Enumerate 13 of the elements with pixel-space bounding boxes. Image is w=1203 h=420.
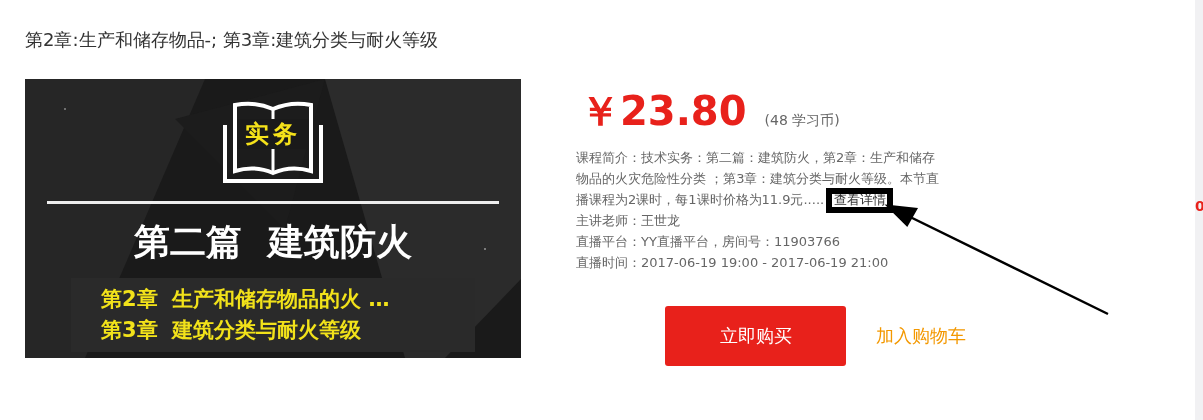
- course-detail: 直播时间：2017-06-19 19:00 - 2017-06-19 21:00: [576, 254, 890, 272]
- add-to-cart-link[interactable]: 加入购物车: [876, 324, 966, 348]
- chapter-title: 第2章 生产和储存物品的火 …: [101, 286, 391, 313]
- details-link[interactable]: 查看详情: [834, 192, 887, 207]
- course-detail: 主讲老师：王世龙: [576, 212, 681, 230]
- cover-heading: 第二篇 建筑防火: [134, 220, 412, 264]
- course-description: 课程简介：技术实务：第二篇：建筑防火，第2章：生产和储存物品的火灾危险性分类 ；第3章：建筑分类与耐火等级。本节直播课程为2课时，每1课时价格为11.9元..... 查看详情: [576, 147, 948, 210]
- course-detail: 直播平台：YY直播平台，房间号：11903766: [576, 233, 842, 251]
- chapter-title: 第3章 建筑分类与耐火等级: [101, 317, 363, 344]
- page-title: 第2章:生产和储存物品-; 第3章:建筑分类与耐火等级: [25, 28, 440, 51]
- buy-button[interactable]: 立即购买: [665, 306, 846, 366]
- price: ￥23.80: [580, 87, 747, 135]
- coin-price: (48 学习币): [764, 112, 840, 130]
